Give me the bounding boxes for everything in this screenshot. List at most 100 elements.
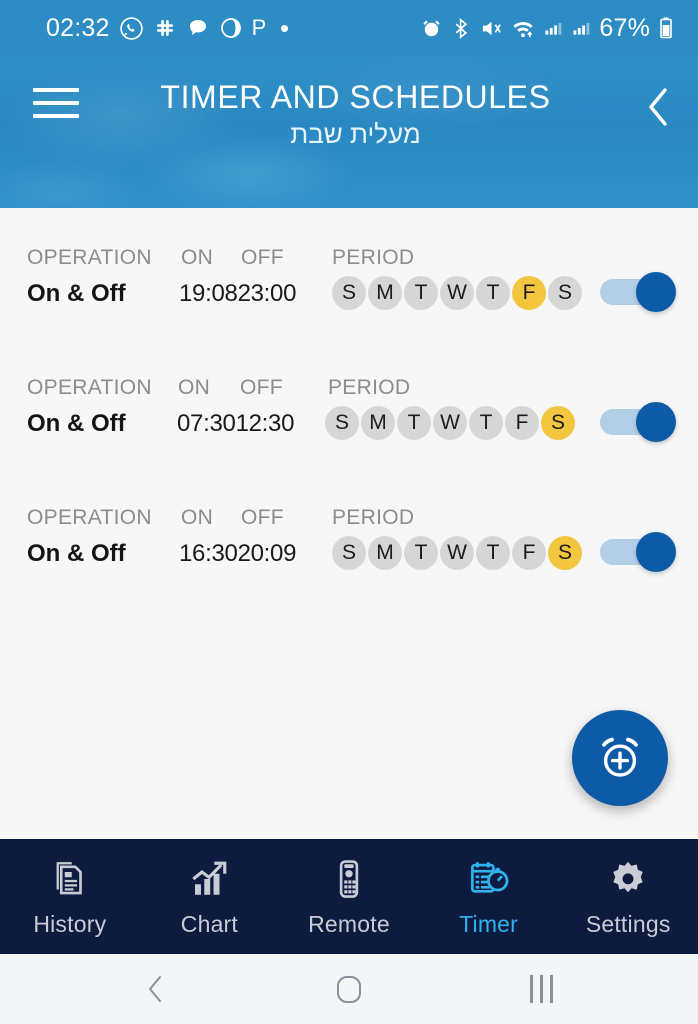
day-circle-mon[interactable]: M bbox=[368, 536, 402, 570]
day-circle-tue[interactable]: T bbox=[397, 406, 431, 440]
on-time-value: 07:30 bbox=[177, 410, 236, 437]
mute-vibrate-icon bbox=[480, 17, 503, 40]
day-circle-fri[interactable]: F bbox=[505, 406, 539, 440]
day-circle-thu[interactable]: T bbox=[469, 406, 503, 440]
off-time-value: 20:09 bbox=[237, 540, 297, 567]
table-row[interactable]: OPERATION ON OFF PERIOD On & Off 07:3012… bbox=[0, 352, 698, 482]
day-circle-sat[interactable]: S bbox=[548, 536, 582, 570]
schedule-enable-toggle[interactable] bbox=[600, 532, 676, 572]
alarm-add-icon bbox=[602, 737, 638, 777]
alarm-icon bbox=[420, 17, 443, 40]
page-title: TIMER AND SCHEDULES bbox=[160, 79, 551, 115]
day-circle-tue[interactable]: T bbox=[404, 536, 438, 570]
status-bar: 02:32 P 67% bbox=[0, 0, 698, 56]
on-time-value: 16:30 bbox=[179, 540, 238, 567]
chevron-left-icon[interactable] bbox=[638, 86, 678, 128]
dot-icon bbox=[281, 24, 289, 32]
slack-icon bbox=[153, 16, 177, 40]
remote-control-icon bbox=[328, 856, 370, 902]
status-bar-clock: 02:32 bbox=[46, 13, 110, 42]
page-subtitle: מעלית שבת bbox=[290, 119, 421, 149]
toggle-thumb bbox=[636, 532, 676, 572]
column-header-off: OFF bbox=[240, 376, 283, 399]
period-days: S M T W T F S bbox=[332, 276, 582, 310]
status-bar-left: 02:32 P bbox=[46, 13, 289, 43]
battery-percent-label: 67% bbox=[599, 13, 650, 42]
home-icon[interactable] bbox=[309, 973, 389, 1005]
schedule-list: OPERATION ON OFF PERIOD On & Off 19:0823… bbox=[0, 208, 698, 612]
day-circle-wed[interactable]: W bbox=[440, 536, 474, 570]
music-icon bbox=[219, 16, 243, 40]
status-bar-right: 67% bbox=[420, 14, 680, 43]
history-document-icon bbox=[49, 856, 91, 902]
message-icon bbox=[186, 16, 210, 40]
wifi-icon bbox=[511, 17, 535, 40]
column-header-on: ON bbox=[181, 506, 214, 529]
recents-icon[interactable] bbox=[502, 975, 582, 1003]
time-range: 19:0823:00 bbox=[179, 280, 296, 308]
android-navigation-bar bbox=[0, 954, 698, 1024]
phone-screen: 02:32 P 67% TIMER AND SCHEDULES מעלית שב… bbox=[0, 0, 698, 1024]
hamburger-icon[interactable] bbox=[33, 88, 79, 118]
column-header-period: PERIOD bbox=[332, 246, 415, 269]
app-header: TIMER AND SCHEDULES מעלית שבת bbox=[0, 56, 698, 208]
operation-value: On & Off bbox=[27, 410, 126, 437]
day-circle-thu[interactable]: T bbox=[476, 276, 510, 310]
day-circle-tue[interactable]: T bbox=[404, 276, 438, 310]
column-header-operation: OPERATION bbox=[27, 376, 152, 399]
nav-label-remote: Remote bbox=[308, 910, 390, 937]
toggle-thumb bbox=[636, 402, 676, 442]
nav-label-timer: Timer bbox=[459, 910, 519, 937]
column-header-off: OFF bbox=[241, 246, 284, 269]
signal-sim2-icon bbox=[571, 18, 591, 38]
schedule-enable-toggle[interactable] bbox=[600, 402, 676, 442]
column-header-off: OFF bbox=[241, 506, 284, 529]
header-titles: TIMER AND SCHEDULES מעלית שבת bbox=[79, 78, 638, 151]
day-circle-sat[interactable]: S bbox=[548, 276, 582, 310]
column-header-on: ON bbox=[181, 246, 214, 269]
nav-item-chart[interactable]: Chart bbox=[140, 856, 280, 938]
column-header-on: ON bbox=[178, 376, 211, 399]
nav-label-settings: Settings bbox=[585, 910, 671, 937]
day-circle-fri[interactable]: F bbox=[512, 276, 546, 310]
day-circle-mon[interactable]: M bbox=[368, 276, 402, 310]
chart-trend-icon bbox=[188, 856, 230, 902]
column-header-operation: OPERATION bbox=[27, 246, 152, 269]
off-time-value: 12:30 bbox=[235, 410, 295, 437]
period-days: S M T W T F S bbox=[325, 406, 575, 440]
day-circle-sun[interactable]: S bbox=[325, 406, 359, 440]
nav-item-remote[interactable]: Remote bbox=[279, 856, 419, 938]
on-time-value: 19:08 bbox=[179, 280, 238, 307]
back-chevron-icon[interactable] bbox=[116, 973, 196, 1005]
day-circle-sat[interactable]: S bbox=[541, 406, 575, 440]
day-circle-sun[interactable]: S bbox=[332, 276, 366, 310]
day-circle-thu[interactable]: T bbox=[476, 536, 510, 570]
nav-label-chart: Chart bbox=[180, 910, 239, 937]
operation-value: On & Off bbox=[27, 540, 126, 567]
time-range: 07:3012:30 bbox=[177, 410, 294, 438]
whatsapp-icon bbox=[119, 16, 144, 41]
column-header-period: PERIOD bbox=[328, 376, 411, 399]
toggle-thumb bbox=[636, 272, 676, 312]
nav-item-history[interactable]: History bbox=[0, 856, 140, 938]
time-range: 16:3020:09 bbox=[179, 540, 296, 568]
nav-item-timer[interactable]: Timer bbox=[419, 856, 559, 938]
nav-item-settings[interactable]: Settings bbox=[558, 856, 698, 938]
day-circle-fri[interactable]: F bbox=[512, 536, 546, 570]
column-header-period: PERIOD bbox=[332, 506, 415, 529]
signal-sim1-icon bbox=[543, 18, 563, 38]
battery-icon bbox=[658, 16, 674, 40]
day-circle-wed[interactable]: W bbox=[440, 276, 474, 310]
off-time-value: 23:00 bbox=[237, 280, 297, 307]
day-circle-wed[interactable]: W bbox=[433, 406, 467, 440]
table-row[interactable]: OPERATION ON OFF PERIOD On & Off 19:0823… bbox=[0, 222, 698, 352]
parking-icon: P bbox=[251, 15, 267, 40]
table-row[interactable]: OPERATION ON OFF PERIOD On & Off 16:3020… bbox=[0, 482, 698, 612]
content-area: OPERATION ON OFF PERIOD On & Off 19:0823… bbox=[0, 208, 698, 839]
day-circle-sun[interactable]: S bbox=[332, 536, 366, 570]
day-circle-mon[interactable]: M bbox=[361, 406, 395, 440]
column-header-operation: OPERATION bbox=[27, 506, 152, 529]
operation-value: On & Off bbox=[27, 280, 126, 307]
schedule-enable-toggle[interactable] bbox=[600, 272, 676, 312]
add-timer-fab[interactable] bbox=[572, 710, 668, 806]
